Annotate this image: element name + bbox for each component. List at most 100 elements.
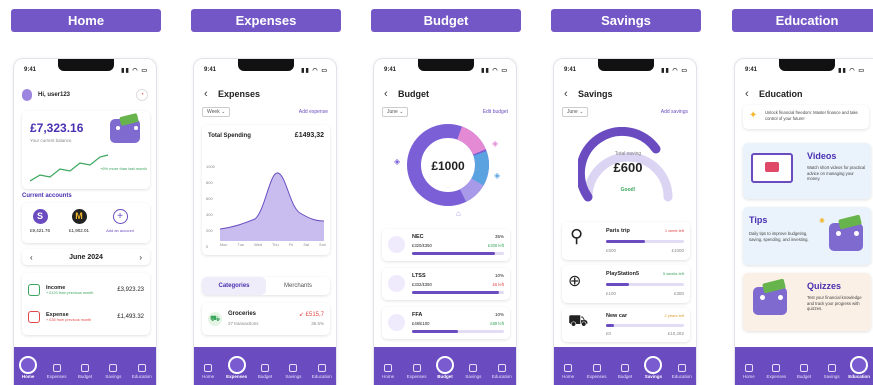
savings-screen: 9:41 ▮▮ ◠ ▭ ‹ Savings June ⌄ Add savings T… (553, 58, 697, 385)
nav-expenses[interactable]: Expenses (764, 364, 788, 379)
gamepad-icon: ⊕ (568, 273, 582, 290)
nav-savings[interactable]: Savings (461, 364, 485, 379)
spending-area-chart (220, 172, 324, 241)
account-item[interactable]: M £1,902.01 (66, 209, 92, 233)
budget-progress-bar (412, 252, 504, 255)
home-icon (564, 364, 573, 372)
savings-status: Good! (620, 187, 636, 193)
signal-icon: ▮▮ ◠ ▭ (661, 68, 688, 74)
period-select[interactable]: June ⌄ (562, 107, 589, 117)
goal-playstation5[interactable]: ⊕ PlayStation5 5 weeks left £100 £380 (562, 265, 690, 303)
graduation-icon (850, 356, 869, 374)
nav-expenses[interactable]: Expenses (405, 364, 429, 379)
income-row[interactable]: Income + £120 from previous month £3,923.… (28, 279, 144, 301)
receipt-icon (592, 364, 601, 372)
education-screen: 9:41 ▮▮ ◠ ▭ ‹ Education ✦ Unlock financial… (734, 58, 873, 385)
goal-progress-bar (606, 283, 684, 286)
avatar[interactable] (22, 89, 32, 101)
nav-savings[interactable]: Savings (281, 364, 305, 379)
home-icon (204, 364, 213, 372)
nav-home[interactable]: Home (196, 364, 220, 379)
nav-expenses[interactable]: Expenses (225, 356, 249, 379)
bottom-nav: Home Expenses Budget Savings Education (374, 347, 516, 385)
nav-budget[interactable]: Budget (73, 364, 97, 379)
lightbulb-icon: ✦ (749, 110, 758, 121)
nav-savings[interactable]: Savings (820, 364, 844, 379)
add-expense-link[interactable]: Add expense (299, 109, 328, 115)
eiffel-tower-icon: ⚲ (570, 226, 584, 246)
period-select[interactable]: Week ⌄ (202, 107, 231, 117)
signal-icon: ▮▮ ◠ ▭ (121, 68, 148, 74)
receipt-icon (412, 364, 421, 372)
chevron-left-icon[interactable]: ‹ (30, 253, 33, 262)
shopping-small-icon: ◈ (492, 139, 499, 148)
nav-home[interactable]: Home (556, 364, 580, 379)
tab-categories[interactable]: Categories (202, 277, 266, 295)
nav-home[interactable]: Home (376, 364, 400, 379)
nav-education[interactable]: Education (670, 364, 694, 379)
nav-budget[interactable]: Budget (253, 364, 277, 379)
bottom-nav: Home Expenses Budget Savings Education (14, 347, 156, 385)
graduation-icon (317, 364, 326, 372)
graduation-icon (677, 364, 686, 372)
wallet-icon (260, 364, 269, 372)
expense-row[interactable]: Expense + £35 from previous month £1,493.… (28, 306, 144, 328)
nav-budget[interactable]: Budget (433, 356, 457, 379)
nav-expenses[interactable]: Expenses (585, 364, 609, 379)
nav-savings[interactable]: Savings (101, 364, 125, 379)
nav-expenses[interactable]: Expenses (45, 364, 69, 379)
nav-education[interactable]: Education (847, 356, 871, 379)
tips-card[interactable]: Tips Daily tips to improve budgeting, sa… (743, 207, 871, 265)
page-title: Expenses (218, 89, 261, 99)
nav-home[interactable]: Home (737, 364, 761, 379)
back-icon[interactable]: ‹ (564, 88, 578, 100)
balance-trend-chart (30, 154, 109, 182)
back-icon[interactable]: ‹ (384, 88, 398, 100)
summary-card: Income + £120 from previous month £3,923.… (22, 273, 150, 335)
category-icon (388, 275, 405, 292)
back-icon[interactable]: ‹ (745, 88, 759, 100)
budget-item-nec[interactable]: NEC 35% £320/£350 £300 left (382, 229, 510, 261)
status-bar: 9:41 ▮▮ ◠ ▭ (564, 67, 688, 74)
add-account-button[interactable]: + Add an account (102, 209, 138, 233)
nav-savings[interactable]: Savings (641, 356, 665, 379)
account-logo-icon: M (71, 209, 87, 224)
bell-icon[interactable]: ◔ (136, 89, 148, 101)
quizzes-card[interactable]: Quizzes Test your financial knowledge an… (743, 273, 871, 331)
receipt-icon (52, 364, 61, 372)
videos-card[interactable]: Videos Watch short videos for practical … (743, 143, 871, 199)
accounts-card: S £9,421.76 M £1,902.01 + Add an account (22, 203, 150, 243)
x-axis: Mon Tue Wed Thu Fri Sat Sun (220, 243, 326, 247)
budget-item-ffa[interactable]: FFA 10% £48/£100 £89 left (382, 307, 510, 339)
category-row-groceries[interactable]: ⛟ Groceries 27 transactions ↙ £515,7 35.… (202, 303, 330, 335)
education-banner: ✦ Unlock financial freedom: Master finan… (743, 105, 869, 129)
budget-item-ltss[interactable]: LTSS 10% £332/£350 £6 left (382, 268, 510, 300)
home-screen: 9:41 ▮▮ ◠ ▭ Hi, user123 ◔ £7,323.16 Your … (13, 58, 157, 385)
signal-icon: ▮▮ ◠ ▭ (481, 68, 508, 74)
section-label-expenses: Expenses (191, 9, 341, 32)
house-small-icon: ⌂ (456, 209, 461, 218)
page-title: Budget (398, 89, 429, 99)
status-bar: 9:41 ▮▮ ◠ ▭ (24, 67, 148, 74)
goal-new-car[interactable]: ⛟ New car 2 years left £0 £10,282 (562, 308, 690, 342)
nav-education[interactable]: Education (310, 364, 334, 379)
back-icon[interactable]: ‹ (204, 88, 218, 100)
nav-budget[interactable]: Budget (613, 364, 637, 379)
bottom-nav: Home Expenses Budget Savings Education (194, 347, 336, 385)
edit-budget-link[interactable]: Edit budget (483, 109, 508, 115)
tab-merchants[interactable]: Merchants (266, 277, 330, 295)
chevron-right-icon[interactable]: › (139, 253, 142, 262)
account-item[interactable]: S £9,421.76 (27, 209, 53, 233)
goal-paris-trip[interactable]: ⚲ Paris trip 1 week left £500 £1000 (562, 222, 690, 260)
piggy-icon (289, 364, 298, 372)
period-select[interactable]: June ⌄ (382, 107, 409, 117)
signal-icon: ▮▮ ◠ ▭ (838, 68, 865, 74)
status-bar: 9:41 ▮▮ ◠ ▭ (204, 67, 328, 74)
nav-home[interactable]: Home (16, 356, 40, 379)
nav-education[interactable]: Education (490, 364, 514, 379)
add-savings-link[interactable]: Add savings (661, 109, 688, 115)
nav-budget[interactable]: Budget (792, 364, 816, 379)
bottom-nav: Home Expenses Budget Savings Education (554, 347, 696, 385)
balance-card: £7,323.16 Your current balance +6% more … (22, 111, 150, 189)
nav-education[interactable]: Education (130, 364, 154, 379)
